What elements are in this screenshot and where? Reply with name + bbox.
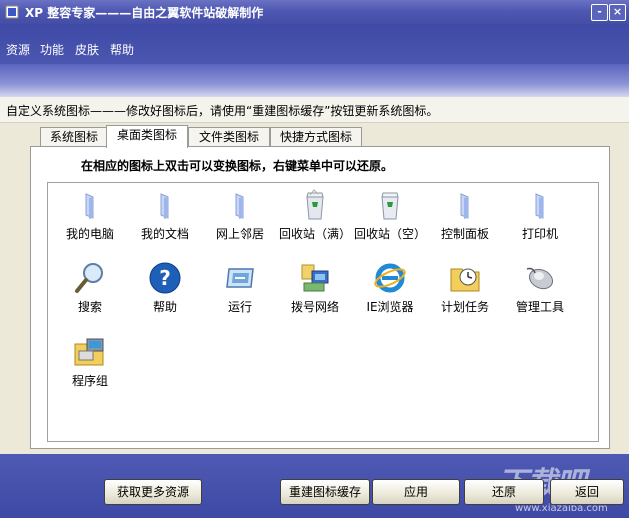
hint-text: 在相应的图标上双击可以变换图标，右键菜单中可以还原。 [81,159,394,173]
tab-desktop-icons[interactable]: 桌面类图标 [106,125,188,148]
icon-item-scheduled-tasks[interactable]: 计划任务 [427,261,503,315]
icon-item-recycle-full[interactable]: 回收站（满） [277,188,353,242]
info-bar: 自定义系统图标———修改好图标后，请使用“重建图标缓存”按钮更新系统图标。 [0,97,629,123]
admin-tools-icon [526,267,554,290]
title-bar: XP 整容专家———自由之翼软件站破解制作 - × [0,0,629,24]
folder-icon [460,193,469,219]
restore-button[interactable]: 还原 [464,479,544,505]
svg-text:?: ? [159,266,171,290]
minimize-button[interactable]: - [591,4,608,21]
folder-icon [235,193,244,219]
menu-help[interactable]: 帮助 [110,41,134,58]
menu-bar: 资源 功能 皮肤 帮助 [0,24,629,64]
recycle-bin-full-icon [306,189,324,220]
get-more-resources-button[interactable]: 获取更多资源 [104,479,202,505]
folder-icon [535,193,544,219]
ie-browser-icon [374,263,406,293]
icon-item-admin-tools[interactable]: 管理工具 [502,261,578,315]
icon-item-printer[interactable]: 打印机 [502,188,578,242]
folder-icon [85,193,94,219]
rebuild-icon-cache-button[interactable]: 重建图标缓存 [280,479,370,505]
tab-file-icons[interactable]: 文件类图标 [188,127,270,147]
recycle-bin-empty-icon [381,192,399,220]
icon-item-my-computer[interactable]: 我的电脑 [52,188,128,242]
run-icon [226,268,254,288]
icon-grid: 我的电脑 我的文档 网上邻居 回收站（满） 回收站（空） 控制面板 打印机 搜索… [47,182,599,442]
back-button[interactable]: 返回 [550,479,624,505]
header-banner [0,64,629,97]
tab-system-icons[interactable]: 系统图标 [40,127,108,147]
program-group-icon [74,338,104,366]
folder-icon [160,193,169,219]
app-icon [5,5,19,19]
icon-item-help[interactable]: ? 帮助 [127,261,203,315]
icon-item-recycle-empty[interactable]: 回收站（空） [352,188,428,242]
icon-item-program-group[interactable]: 程序组 [52,335,128,389]
icon-item-dialup[interactable]: 拨号网络 [277,261,353,315]
icon-item-network-places[interactable]: 网上邻居 [202,188,278,242]
menu-resources[interactable]: 资源 [6,41,30,58]
apply-button[interactable]: 应用 [372,479,460,505]
scheduled-tasks-icon [450,268,480,292]
tab-shortcut-icons[interactable]: 快捷方式图标 [270,127,362,147]
dialup-network-icon [301,264,329,292]
icon-item-run[interactable]: 运行 [202,261,278,315]
help-icon: ? [149,262,181,294]
info-text: 自定义系统图标———修改好图标后，请使用“重建图标缓存”按钮更新系统图标。 [6,104,439,118]
tab-panel: 在相应的图标上双击可以变换图标，右键菜单中可以还原。 我的电脑 我的文档 网上邻… [30,146,610,449]
window-title: XP 整容专家———自由之翼软件站破解制作 [25,6,264,20]
search-icon [75,263,103,293]
icon-item-control-panel[interactable]: 控制面板 [427,188,503,242]
icon-item-ie[interactable]: IE浏览器 [352,261,428,315]
icon-item-search[interactable]: 搜索 [52,261,128,315]
menu-skins[interactable]: 皮肤 [75,41,99,58]
close-button[interactable]: × [609,4,626,21]
icon-item-my-documents[interactable]: 我的文档 [127,188,203,242]
menu-functions[interactable]: 功能 [40,41,64,58]
